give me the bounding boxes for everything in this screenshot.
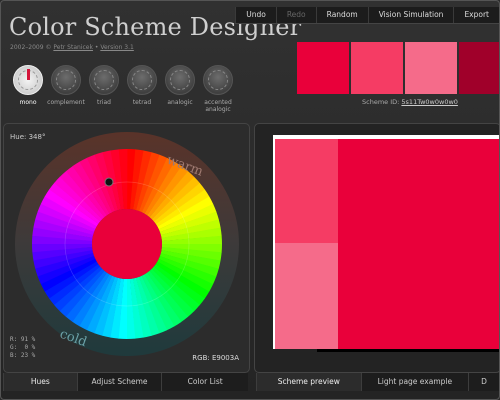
export-button[interactable]: Export: [453, 7, 499, 23]
swatch-primary[interactable]: [297, 42, 349, 94]
b-value: B: 23 %: [10, 352, 36, 359]
redo-button[interactable]: Redo: [275, 7, 316, 23]
mode-label: tetrad: [132, 99, 152, 106]
scheme-id: Scheme ID: 5s11Tw0w0w0w0: [362, 98, 458, 106]
rgb-hex-readout: RGB: E9003A: [192, 354, 239, 362]
mode-label: complement: [47, 99, 85, 106]
copyright-text: 2002–2009 ©: [10, 44, 54, 51]
mode-complement[interactable]: complement: [47, 65, 85, 113]
base-color-disc: [92, 209, 162, 279]
undo-button[interactable]: Undo: [235, 7, 276, 23]
preview-shadow: [317, 349, 499, 352]
mode-label: analogic: [167, 99, 193, 106]
tab-light-page-example[interactable]: Light page example: [360, 373, 469, 391]
mode-accented-analogic[interactable]: accented analogic: [199, 65, 237, 113]
r-value: R: 91 %: [10, 336, 36, 343]
mode-mono[interactable]: mono: [9, 65, 47, 113]
swatch-dark[interactable]: [459, 42, 499, 94]
complement-icon: [51, 65, 81, 95]
triad-icon: [89, 65, 119, 95]
app-window: Color Scheme Designer 2002–2009 © Petr S…: [0, 0, 500, 400]
mode-label: triad: [97, 99, 111, 106]
mode-analogic[interactable]: analogic: [161, 65, 199, 113]
rgb-percent-readout: R: 91 % G: 0 % B: 23 %: [10, 336, 35, 360]
swatch-light-2[interactable]: [405, 42, 457, 94]
tab-dark-page-example[interactable]: D: [468, 373, 499, 391]
g-value: G: 0 %: [10, 344, 36, 351]
preview-main-block: [338, 139, 499, 349]
hue-handle[interactable]: [104, 177, 114, 187]
tetrad-icon: [127, 65, 157, 95]
vision-simulation-button[interactable]: Vision Simulation: [367, 7, 454, 23]
mono-icon: [13, 65, 43, 95]
top-menu: Undo Redo Random Vision Simulation Expor…: [235, 7, 499, 24]
tab-adjust-scheme[interactable]: Adjust Scheme: [76, 373, 162, 391]
mode-label: accented analogic: [204, 99, 232, 113]
color-wheel[interactable]: warm cold: [4, 124, 249, 372]
version-link[interactable]: Version 3.1: [100, 44, 134, 51]
swatch-light-1[interactable]: [351, 42, 403, 94]
right-tabs: Scheme preview Light page example D: [256, 373, 499, 391]
mode-label: mono: [19, 99, 37, 106]
scheme-swatches: [297, 42, 499, 94]
random-button[interactable]: Random: [315, 7, 368, 23]
app-subtitle: 2002–2009 © Petr Stanicek • Version 3.1: [10, 44, 134, 51]
mode-tetrad[interactable]: tetrad: [123, 65, 161, 113]
tab-scheme-preview[interactable]: Scheme preview: [256, 373, 361, 391]
left-tabs: Hues Adjust Scheme Color List: [3, 373, 248, 391]
preview-light-block-1: [275, 139, 338, 243]
tab-color-list[interactable]: Color List: [161, 373, 248, 391]
author-link[interactable]: Petr Stanicek: [53, 44, 93, 51]
scheme-id-link[interactable]: 5s11Tw0w0w0w0: [401, 98, 458, 106]
tab-hues[interactable]: Hues: [3, 373, 77, 391]
scheme-id-label: Scheme ID:: [362, 98, 400, 106]
accented-analogic-icon: [203, 65, 233, 95]
mode-triad[interactable]: triad: [85, 65, 123, 113]
analogic-icon: [165, 65, 195, 95]
scheme-mode-selector: mono complement triad tetrad analogic ac…: [9, 65, 237, 113]
hues-panel: Hue: 348° warm cold R: 91 % G: 0 % B: 23…: [3, 123, 250, 373]
preview-light-block-2: [275, 243, 338, 349]
